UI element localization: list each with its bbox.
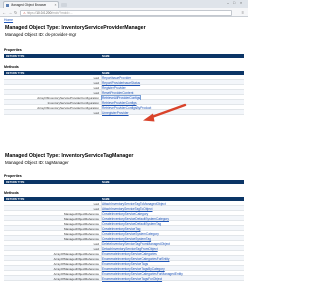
close-window-icon[interactable]: × [240, 1, 242, 5]
url-host: 10.0.0.200 [36, 10, 52, 15]
method-link-highlighted[interactable]: RetrieveAllProviderConfigs [100, 94, 142, 101]
browser-tab[interactable]: Managed Object Browser × [3, 1, 59, 8]
page-favicon-icon [6, 3, 9, 7]
properties-header-bar-2: RETURN TYPE NAME [4, 180, 244, 184]
method-link[interactable]: EnumerateInventoryServiceTagsForObject [102, 277, 162, 281]
method-link[interactable]: ReportProviderIssueStatus [102, 81, 140, 85]
insecure-lock-icon[interactable]: ⚠ [23, 11, 26, 15]
method-link[interactable]: EnumerateInventoryServiceCategoriesForMa… [102, 272, 183, 276]
url-path: /mob/?moid=... [51, 10, 73, 15]
properties-heading: Properties [4, 48, 22, 52]
home-link[interactable]: Home [4, 18, 13, 22]
column-header-name: NAME [102, 54, 110, 58]
browser-menu-icon[interactable]: ≡ [242, 10, 244, 15]
table-row: void UnregisterProvider [4, 110, 244, 115]
tab-strip: Managed Object Browser × – □ × [0, 0, 248, 8]
method-link[interactable]: AttachInventoryServiceTagToManagedObject [102, 202, 166, 206]
reload-icon[interactable]: ↻ [14, 10, 18, 15]
properties-header-bar: RETURN TYPE NAME [4, 54, 244, 58]
url-text: https://10.0.0.200/mob/?moid=... [27, 11, 73, 15]
method-link[interactable]: DeleteInventoryServiceTagFromManagedObje… [102, 242, 170, 246]
maximize-icon[interactable]: □ [233, 1, 235, 5]
mob-page: Home Managed Object Type: InventoryServi… [0, 17, 248, 300]
address-toolbar: ← → ↻ ⚠ https://10.0.0.200/mob/?moid=...… [0, 8, 248, 17]
methods-table-2: void AttachInventoryServiceTagToManagedOb… [4, 201, 244, 281]
method-link[interactable]: EnumerateInventoryServiceTagsByCategory [102, 267, 165, 271]
url-scheme: https:// [26, 10, 37, 15]
forward-icon[interactable]: → [8, 10, 12, 15]
managed-object-id: Managed Object ID: ds-provider-mgr [5, 32, 77, 37]
table-row: ArrayOfManagedObjectReference EnumerateIn… [4, 276, 244, 281]
method-link[interactable]: CreateInventoryServiceCategory [102, 212, 148, 216]
method-link[interactable]: CreateInventoryServiceDefaultSystemTag [102, 222, 161, 226]
methods-table: void ReportIssueProvider void ReportProvid… [4, 75, 244, 115]
minimize-icon[interactable]: – [227, 1, 229, 5]
method-link[interactable]: AttachInventoryServiceTagToObject [102, 207, 153, 211]
methods-heading-2: Methods [4, 191, 19, 195]
return-type: void [93, 110, 99, 115]
method-link[interactable]: RetrieveProviderConfigs [102, 101, 137, 105]
return-type: ArrayOfManagedObjectReference [53, 276, 99, 281]
annotation-arrow-icon [143, 103, 187, 122]
column-header-name: NAME [102, 180, 110, 184]
method-link[interactable]: CreateInventoryServiceDefaultSystemCateg… [102, 217, 169, 221]
method-link[interactable]: RegisterProvider [102, 86, 126, 90]
method-link[interactable]: ResetProviderContent [102, 91, 133, 95]
method-link[interactable]: EnumerateInventoryServiceCategoriesForEn… [102, 257, 170, 261]
method-link[interactable]: UnregisterProvider [102, 111, 129, 115]
back-icon[interactable]: ← [2, 10, 6, 15]
managed-object-type-2: Managed Object Type: InventoryServiceTag… [5, 153, 134, 159]
method-link[interactable]: DetachInventoryServiceTagFromObject [102, 247, 158, 251]
method-link[interactable]: EnumerateInventoryServiceCategories [102, 252, 157, 256]
managed-object-id-2: Managed Object ID: tagManager [5, 160, 69, 165]
column-header-type: RETURN TYPE [6, 180, 25, 184]
method-link[interactable]: CreateInventoryServiceSystemTag [102, 237, 151, 241]
column-header-type: RETURN TYPE [6, 54, 25, 58]
methods-heading: Methods [4, 65, 19, 69]
tab-close-icon[interactable]: × [55, 3, 57, 7]
properties-heading-2: Properties [4, 174, 22, 178]
method-link[interactable]: CreateInventoryServiceSystemCategory [102, 232, 159, 236]
managed-object-type: Managed Object Type: InventoryServicePro… [5, 25, 146, 31]
address-bar[interactable]: ⚠ https://10.0.0.200/mob/?moid=... [20, 9, 232, 16]
method-link[interactable]: CreateInventoryServiceTag [102, 227, 140, 231]
new-tab-button[interactable] [61, 2, 67, 7]
method-link[interactable]: EnumerateInventoryServiceTags [102, 262, 148, 266]
tab-title: Managed Object Browser [10, 3, 47, 7]
method-link[interactable]: ReportIssueProvider [102, 76, 131, 80]
